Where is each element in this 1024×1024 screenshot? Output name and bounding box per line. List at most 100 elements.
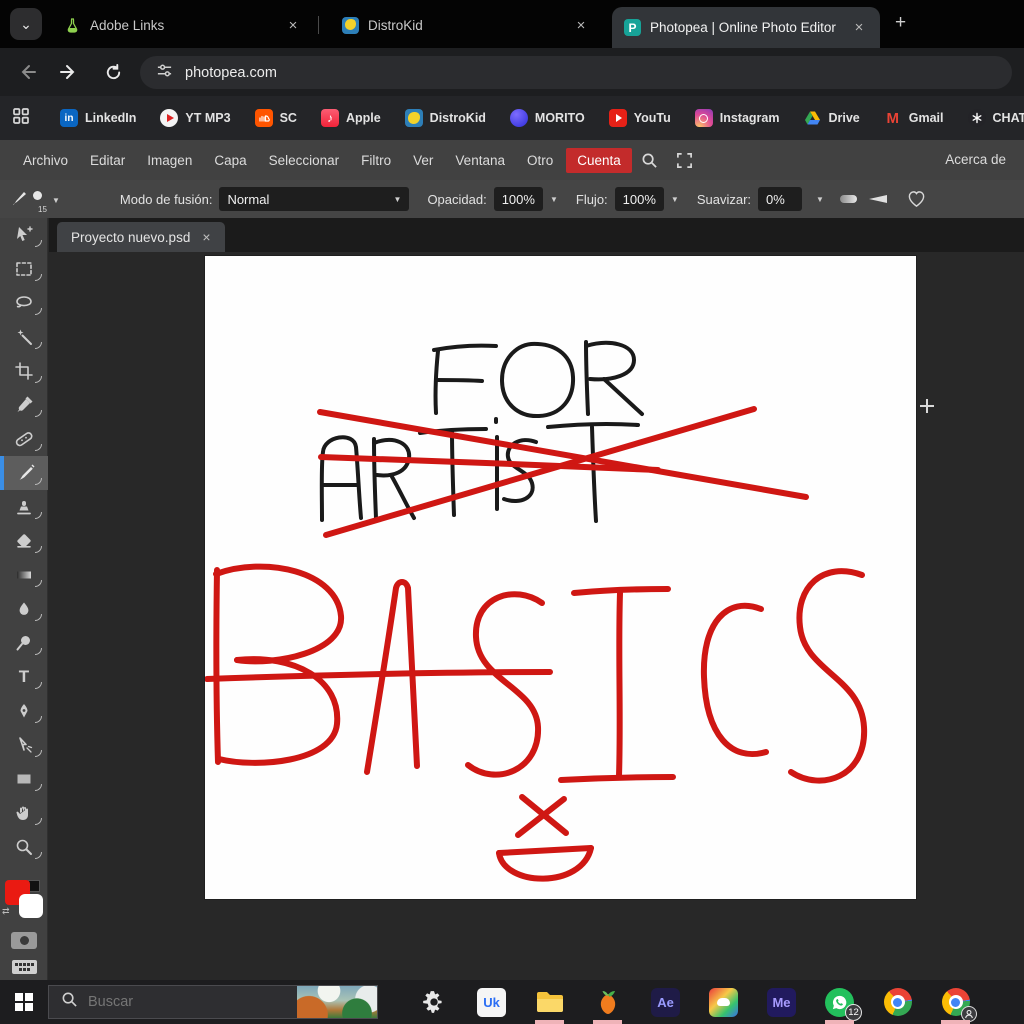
apps-grid-icon[interactable] — [12, 107, 30, 130]
forward-icon[interactable] — [56, 59, 82, 85]
tool-blur[interactable] — [0, 592, 48, 626]
brush-preset-button[interactable]: 15 ▼ — [10, 188, 60, 211]
tool-pen[interactable] — [0, 694, 48, 728]
tool-move[interactable] — [0, 218, 48, 252]
tool-type[interactable]: T — [0, 660, 48, 694]
stroke-taper-icon[interactable] — [869, 195, 887, 203]
tool-eraser[interactable] — [0, 524, 48, 558]
blend-mode-value: Normal — [227, 192, 269, 207]
taskbar-file-explorer[interactable] — [534, 987, 565, 1018]
stroke-dynamics-icon[interactable] — [840, 195, 857, 203]
heart-icon[interactable] — [907, 190, 926, 208]
menu-ventana[interactable]: Ventana — [444, 148, 516, 173]
bookmark-youtube[interactable]: YouTu — [597, 109, 683, 127]
bookmark-chatgpt[interactable]: CHAT — [956, 109, 1024, 127]
taskbar-creative-cloud[interactable] — [708, 987, 739, 1018]
caret-down-icon[interactable]: ▼ — [671, 195, 679, 204]
bookmark-drive[interactable]: Drive — [791, 109, 871, 127]
flow-field[interactable]: 100% — [615, 187, 664, 211]
document-title: Proyecto nuevo.psd — [71, 230, 190, 245]
caret-down-icon[interactable]: ▼ — [550, 195, 558, 204]
close-icon[interactable]: × — [572, 17, 590, 34]
taskbar-uk-app[interactable]: Uk — [476, 987, 507, 1018]
weather-widget-image[interactable] — [297, 986, 377, 1018]
menu-capa[interactable]: Capa — [203, 148, 257, 173]
close-icon[interactable]: × — [202, 229, 210, 245]
bookmark-label: LinkedIn — [85, 111, 136, 125]
close-icon[interactable]: × — [284, 17, 302, 34]
tool-brush[interactable] — [0, 456, 48, 490]
taskbar-chrome-profile[interactable] — [940, 987, 971, 1018]
menu-archivo[interactable]: Archivo — [12, 148, 79, 173]
tool-marquee[interactable] — [0, 252, 48, 286]
bookmark-distrokid[interactable]: DistroKid — [393, 109, 498, 127]
menu-otro[interactable]: Otro — [516, 148, 564, 173]
tool-shape[interactable] — [0, 762, 48, 796]
menu-editar[interactable]: Editar — [79, 148, 136, 173]
tab-distrokid[interactable]: DistroKid × — [330, 7, 602, 43]
tool-healing-brush[interactable] — [0, 422, 48, 456]
address-bar[interactable]: photopea.com — [140, 56, 1012, 89]
menu-filtro[interactable]: Filtro — [350, 148, 402, 173]
start-button[interactable] — [0, 993, 48, 1011]
tool-crop[interactable] — [0, 354, 48, 388]
tool-path-select[interactable] — [0, 728, 48, 762]
instagram-icon — [695, 109, 713, 127]
tool-eyedropper[interactable] — [0, 388, 48, 422]
bookmark-gmail[interactable]: M Gmail — [872, 109, 956, 127]
tool-lasso[interactable] — [0, 286, 48, 320]
keyboard-shortcuts-button[interactable] — [12, 960, 37, 974]
type-icon: T — [19, 667, 29, 687]
tune-icon[interactable] — [156, 62, 173, 84]
reload-icon[interactable] — [100, 59, 126, 85]
tab-search-button[interactable]: ⌄ — [10, 8, 42, 40]
opacity-field[interactable]: 100% — [494, 187, 543, 211]
taskbar-whatsapp[interactable]: 12 — [824, 987, 855, 1018]
menu-ver[interactable]: Ver — [402, 148, 444, 173]
bookmark-morito[interactable]: MORITO — [498, 109, 597, 127]
taskbar-search[interactable] — [48, 985, 378, 1019]
menu-cuenta[interactable]: Cuenta — [566, 148, 632, 173]
menu-imagen[interactable]: Imagen — [136, 148, 203, 173]
search-icon — [61, 991, 78, 1013]
taskbar-after-effects[interactable]: Ae — [650, 987, 681, 1018]
flow-value: 100% — [623, 192, 656, 207]
taskbar-fl-studio[interactable] — [592, 987, 623, 1018]
bookmark-label: Gmail — [909, 111, 944, 125]
bookmark-linkedin[interactable]: in LinkedIn — [48, 109, 148, 127]
search-input[interactable] — [88, 994, 238, 1010]
tool-gradient[interactable] — [0, 558, 48, 592]
document-tab[interactable]: Proyecto nuevo.psd × — [57, 222, 225, 252]
tab-adobe-links[interactable]: Adobe Links × — [52, 7, 314, 43]
swap-colors-icon[interactable]: ⇄ — [2, 906, 10, 917]
tab-title: DistroKid — [368, 18, 423, 33]
taskbar-settings[interactable] — [418, 987, 449, 1018]
bookmark-instagram[interactable]: Instagram — [683, 109, 792, 127]
close-icon[interactable]: × — [850, 19, 868, 36]
tool-dodge[interactable] — [0, 626, 48, 660]
smoothing-field[interactable]: 0% — [758, 187, 802, 211]
background-color[interactable] — [19, 894, 43, 918]
bookmark-apple[interactable]: ♪ Apple — [309, 109, 393, 127]
bookmark-yt-mp3[interactable]: YT MP3 — [148, 109, 242, 127]
taskbar-chrome[interactable] — [882, 987, 913, 1018]
tool-magic-wand[interactable] — [0, 320, 48, 354]
quick-mask-button[interactable] — [11, 932, 37, 949]
bookmark-soundcloud[interactable]: SC — [243, 109, 309, 127]
tool-hand[interactable] — [0, 796, 48, 830]
canvas[interactable] — [205, 256, 916, 899]
new-tab-button[interactable]: + — [895, 12, 906, 34]
tool-clone-stamp[interactable] — [0, 490, 48, 524]
tool-zoom[interactable] — [0, 830, 48, 864]
tab-photopea[interactable]: P Photopea | Online Photo Editor × — [612, 7, 880, 48]
taskbar-media-encoder[interactable]: Me — [766, 987, 797, 1018]
search-icon[interactable] — [632, 147, 667, 174]
menu-seleccionar[interactable]: Seleccionar — [258, 148, 351, 173]
back-icon[interactable] — [14, 59, 40, 85]
menu-acerca-de[interactable]: Acerca de — [945, 152, 1006, 167]
caret-down-icon[interactable]: ▼ — [816, 195, 824, 204]
fullscreen-icon[interactable] — [667, 147, 702, 174]
url-text[interactable]: photopea.com — [185, 65, 277, 81]
smoothing-label: Suavizar: — [697, 192, 751, 207]
blend-mode-select[interactable]: Normal ▼ — [219, 187, 409, 211]
